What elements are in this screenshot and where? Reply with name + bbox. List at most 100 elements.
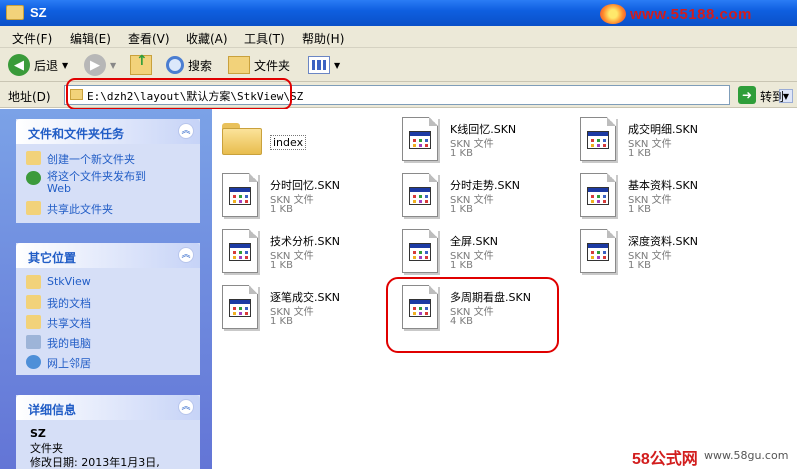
skn-file-icon (580, 173, 616, 217)
place-my-documents[interactable]: 我的文档 (26, 295, 91, 311)
collapse-icon[interactable]: ︽ (178, 123, 194, 139)
folder-icon (222, 123, 262, 155)
watermark-top: www.55188.com (600, 4, 796, 26)
new-folder-icon (26, 151, 41, 165)
file-item[interactable]: 分时走势.SKN SKN 文件 1 KB (392, 171, 562, 223)
place-shared-documents[interactable]: 共享文档 (26, 315, 91, 331)
file-size: 1 KB (270, 316, 293, 327)
file-item[interactable]: 成交明细.SKN SKN 文件 1 KB (570, 115, 740, 167)
place-network[interactable]: 网上邻居 (26, 355, 91, 371)
details-panel-header[interactable]: 详细信息 ︽ (16, 395, 200, 420)
search-label: 搜索 (188, 58, 213, 73)
views-icon (308, 56, 330, 74)
tasks-panel-header[interactable]: 文件和文件夹任务 ︽ (16, 119, 200, 144)
file-size: 1 KB (270, 260, 293, 271)
folders-button[interactable]: 文件夹 (228, 53, 290, 77)
share-folder-icon (26, 201, 41, 215)
go-arrow-icon[interactable]: ➜ (738, 86, 756, 104)
place-shared-documents-label: 共享文档 (47, 317, 91, 330)
skn-file-icon (402, 117, 438, 161)
window-title: SZ (30, 5, 47, 20)
task-pane: 文件和文件夹任务 ︽ 创建一个新文件夹 将这个文件夹发布到 Web 共享此文件夹 … (0, 109, 212, 469)
task-new-folder[interactable]: 创建一个新文件夹 (26, 151, 135, 167)
up-button[interactable]: ↑ (130, 53, 152, 77)
forward-button[interactable]: ▶ ▼ (84, 53, 116, 77)
task-publish-web[interactable]: 将这个文件夹发布到 Web (26, 171, 146, 195)
menu-file[interactable]: 文件(F) (12, 30, 52, 47)
watermark-url: www.58gu.com (704, 449, 789, 462)
sun-logo-icon (600, 4, 626, 24)
place-my-documents-label: 我的文档 (47, 297, 91, 310)
details-panel-title: 详细信息 (28, 403, 77, 417)
back-arrow-icon: ◀ (8, 54, 30, 76)
title-bar[interactable]: SZ www.55188.com (0, 0, 797, 26)
menu-bar: 文件(F) 编辑(E) 查看(V) 收藏(A) 工具(T) 帮助(H) (0, 26, 797, 72)
computer-icon (26, 335, 41, 349)
explorer-window: SZ www.55188.com 文件(F) 编辑(E) 查看(V) 收藏(A)… (0, 0, 797, 469)
chevron-down-icon: ▼ (62, 60, 69, 70)
file-item[interactable]: 技术分析.SKN SKN 文件 1 KB (212, 227, 382, 279)
details-modified: 修改日期: 2013年1月3日, (30, 456, 160, 469)
search-button[interactable]: 搜索 (166, 53, 212, 77)
tasks-panel: 文件和文件夹任务 ︽ 创建一个新文件夹 将这个文件夹发布到 Web 共享此文件夹 (16, 119, 200, 223)
place-network-label: 网上邻居 (47, 357, 91, 370)
file-size: 1 KB (270, 204, 293, 215)
skn-file-icon (402, 229, 438, 273)
menu-tools[interactable]: 工具(T) (244, 30, 285, 47)
task-publish-web-label: Web (47, 182, 71, 195)
menu-edit[interactable]: 编辑(E) (70, 30, 111, 47)
skn-file-icon (402, 173, 438, 217)
file-size: 1 KB (450, 204, 473, 215)
places-panel-header[interactable]: 其它位置 ︽ (16, 243, 200, 268)
shared-documents-icon (26, 315, 41, 329)
file-item[interactable]: 深度资料.SKN SKN 文件 1 KB (570, 227, 740, 279)
skn-file-icon (580, 229, 616, 273)
globe-icon (26, 171, 41, 185)
folder-up-icon: ↑ (130, 53, 152, 75)
place-my-computer-label: 我的电脑 (47, 337, 91, 350)
collapse-icon[interactable]: ︽ (178, 247, 194, 263)
file-size: 1 KB (628, 204, 651, 215)
file-item[interactable]: index (212, 115, 382, 167)
file-name: index (270, 135, 307, 150)
file-item[interactable]: K线回忆.SKN SKN 文件 1 KB (392, 115, 562, 167)
watermark-top-text: www.55188.com (630, 6, 752, 23)
file-item[interactable]: 分时回忆.SKN SKN 文件 1 KB (212, 171, 382, 223)
file-size: 1 KB (450, 148, 473, 159)
forward-arrow-icon: ▶ (84, 54, 106, 76)
task-share-folder[interactable]: 共享此文件夹 (26, 201, 113, 217)
folder-icon (26, 275, 41, 289)
chevron-down-icon: ▼ (110, 60, 117, 70)
file-item[interactable]: 基本资料.SKN SKN 文件 1 KB (570, 171, 740, 223)
menu-help[interactable]: 帮助(H) (302, 30, 344, 47)
places-panel-title: 其它位置 (28, 251, 77, 265)
watermark-bottom: 58公式网 www.58gu.com (628, 444, 797, 469)
file-size: 1 KB (628, 148, 651, 159)
back-label: 后退 (34, 58, 59, 73)
task-share-label: 共享此文件夹 (47, 203, 113, 216)
tasks-panel-title: 文件和文件夹任务 (28, 127, 125, 141)
details-name: SZ (30, 427, 46, 440)
place-stkview-label: StkView (47, 275, 91, 288)
collapse-icon[interactable]: ︽ (178, 399, 194, 415)
menu-view[interactable]: 查看(V) (128, 30, 170, 47)
file-item[interactable]: 全屏.SKN SKN 文件 1 KB (392, 227, 562, 279)
address-label: 地址(D) (8, 90, 51, 104)
watermark-brand: 58公式网 (632, 451, 698, 468)
places-panel: 其它位置 ︽ StkView 我的文档 共享文档 我的电脑 网上邻居 (16, 243, 200, 375)
file-item[interactable]: 逐笔成交.SKN SKN 文件 1 KB (212, 283, 382, 335)
folder-icon (6, 5, 24, 20)
back-button[interactable]: ◀ 后退 ▼ (8, 53, 68, 77)
place-my-computer[interactable]: 我的电脑 (26, 335, 91, 351)
menu-favorites[interactable]: 收藏(A) (186, 30, 228, 47)
views-button[interactable]: ▼ (308, 53, 340, 77)
chevron-down-icon: ▼ (334, 60, 341, 70)
my-documents-icon (26, 295, 41, 309)
place-stkview[interactable]: StkView (26, 275, 91, 289)
file-size: 1 KB (450, 260, 473, 271)
go-button[interactable]: 转到 (760, 88, 784, 105)
network-icon (26, 355, 41, 369)
folders-label: 文件夹 (254, 58, 291, 73)
file-size: 1 KB (628, 260, 651, 271)
annotation-circle-file (386, 277, 559, 353)
